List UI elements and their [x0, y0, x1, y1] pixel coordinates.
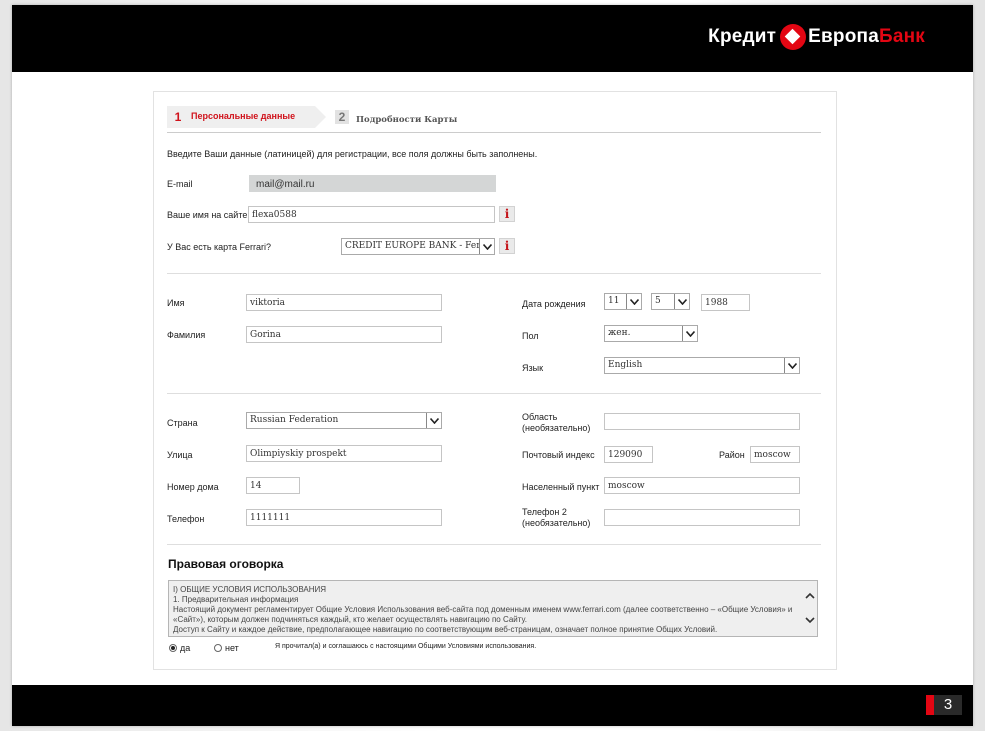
brand-text-1: Кредит: [708, 26, 777, 47]
form-intro: Введите Ваши данные (латиницей) для реги…: [167, 149, 538, 159]
nickname-info-icon[interactable]: i: [499, 206, 515, 222]
district-input[interactable]: moscow: [750, 446, 800, 463]
phone2-label-line2: (необязательно): [522, 518, 591, 528]
house-number-label: Номер дома: [167, 482, 219, 492]
district-label: Район: [719, 450, 745, 460]
step-1-label: Персональные данные: [191, 111, 296, 121]
agree-no-label: нет: [225, 643, 239, 653]
page-number-badge: 3: [926, 695, 962, 715]
divider: [167, 544, 821, 545]
phone2-input[interactable]: [604, 509, 800, 526]
nickname-label: Ваше имя на сайте: [167, 210, 248, 220]
scroll-up-icon[interactable]: [805, 591, 815, 601]
legal-text-box[interactable]: I) ОБЩИЕ УСЛОВИЯ ИСПОЛЬЗОВАНИЯ 1. Предва…: [168, 580, 818, 637]
step-2-label[interactable]: Подробности Карты: [356, 115, 457, 125]
top-banner: Кредит Европа Банк: [12, 5, 973, 72]
last-name-label: Фамилия: [167, 330, 206, 340]
step-1-number: 1: [174, 110, 182, 124]
nickname-input[interactable]: flexa0588: [248, 206, 495, 223]
agree-text: Я прочитал(а) и соглашаюсь с настоящими …: [275, 643, 537, 650]
phone-label: Телефон: [167, 514, 205, 524]
gender-select[interactable]: жен.: [604, 325, 698, 342]
page-number: 3: [934, 695, 962, 715]
chevron-down-icon: [626, 294, 641, 309]
step-2-number: 2: [335, 110, 349, 124]
registration-form: 1 Персональные данные 2 Подробности Карт…: [153, 91, 837, 670]
chevron-down-icon: [479, 239, 494, 254]
country-label: Страна: [167, 418, 198, 428]
phone2-label: Телефон 2 (необязательно): [522, 507, 590, 529]
ferrari-card-select[interactable]: CREDIT EUROPE BANK - Ferrari C: [341, 238, 495, 255]
country-select[interactable]: Russian Federation: [246, 412, 442, 429]
language-select[interactable]: English: [604, 357, 800, 374]
step-indicator: 1 Персональные данные 2 Подробности Карт…: [167, 106, 821, 133]
region-label-line2: (необязательно): [522, 423, 591, 433]
postal-code-label: Почтовый индекс: [522, 450, 595, 460]
divider: [167, 273, 821, 274]
legal-line: Настоящий документ регламентирует Общие …: [173, 605, 793, 624]
divider: [167, 393, 821, 394]
city-input[interactable]: moscow: [604, 477, 800, 494]
agree-yes-label: да: [180, 643, 191, 653]
chevron-down-icon: [674, 294, 689, 309]
scroll-down-icon[interactable]: [805, 615, 815, 625]
ferrari-card-label: У Вас есть карта Ferrari?: [167, 242, 272, 252]
first-name-label: Имя: [167, 298, 185, 308]
birth-month-select[interactable]: 5: [651, 293, 690, 310]
chevron-down-icon: [426, 413, 441, 428]
legal-line: I) ОБЩИЕ УСЛОВИЯ ИСПОЛЬЗОВАНИЯ: [173, 585, 327, 594]
language-label: Язык: [522, 363, 544, 373]
chevron-down-icon: [784, 358, 799, 373]
brand-text-3: Банк: [878, 26, 925, 47]
email-label: E-mail: [167, 179, 193, 189]
ferrari-card-value: CREDIT EUROPE BANK - Ferrari C: [345, 241, 495, 251]
legal-line: 1. Предварительная информация: [173, 595, 299, 604]
chevron-down-icon: [682, 326, 697, 341]
birth-day-select[interactable]: 11: [604, 293, 642, 310]
birth-day-value: 11: [608, 296, 620, 306]
legal-line: Доступ к Сайту и каждое действие, предпо…: [173, 625, 718, 634]
step-1-tab[interactable]: 1 Персональные данные: [167, 106, 326, 128]
region-input[interactable]: [604, 413, 800, 430]
first-name-input[interactable]: viktoria: [246, 294, 442, 311]
brand-text-2: Европа: [808, 26, 879, 47]
agree-no-radio[interactable]: [214, 644, 222, 652]
agree-yes-radio[interactable]: [169, 644, 177, 652]
ferrari-card-info-icon[interactable]: i: [499, 238, 515, 254]
street-input[interactable]: Olimpiyskiy prospekt: [246, 445, 442, 462]
region-label: Область (необязательно): [522, 412, 590, 434]
postal-code-input[interactable]: 129090: [604, 446, 653, 463]
birth-year-input[interactable]: 1988: [701, 294, 750, 311]
email-field[interactable]: mail@mail.ru: [249, 175, 496, 192]
phone2-label-line1: Телефон 2: [522, 507, 567, 517]
region-label-line1: Область: [522, 412, 558, 422]
language-value: English: [608, 360, 643, 370]
phone-input[interactable]: 1111111: [246, 509, 442, 526]
legal-title: Правовая оговорка: [168, 557, 284, 571]
brand-diamond-icon: [780, 24, 807, 50]
birth-month-value: 5: [655, 296, 661, 306]
brand-logo: Кредит Европа Банк: [708, 24, 925, 50]
last-name-input[interactable]: Gorina: [246, 326, 442, 343]
country-value: Russian Federation: [250, 415, 339, 425]
birth-date-label: Дата рождения: [522, 299, 586, 309]
red-accent: [926, 695, 934, 715]
city-label: Населенный пункт: [522, 482, 600, 492]
gender-value: жен.: [608, 328, 631, 338]
street-label: Улица: [167, 450, 193, 460]
house-number-input[interactable]: 14: [246, 477, 300, 494]
gender-label: Пол: [522, 331, 539, 341]
bottom-banner: 3: [12, 685, 973, 726]
